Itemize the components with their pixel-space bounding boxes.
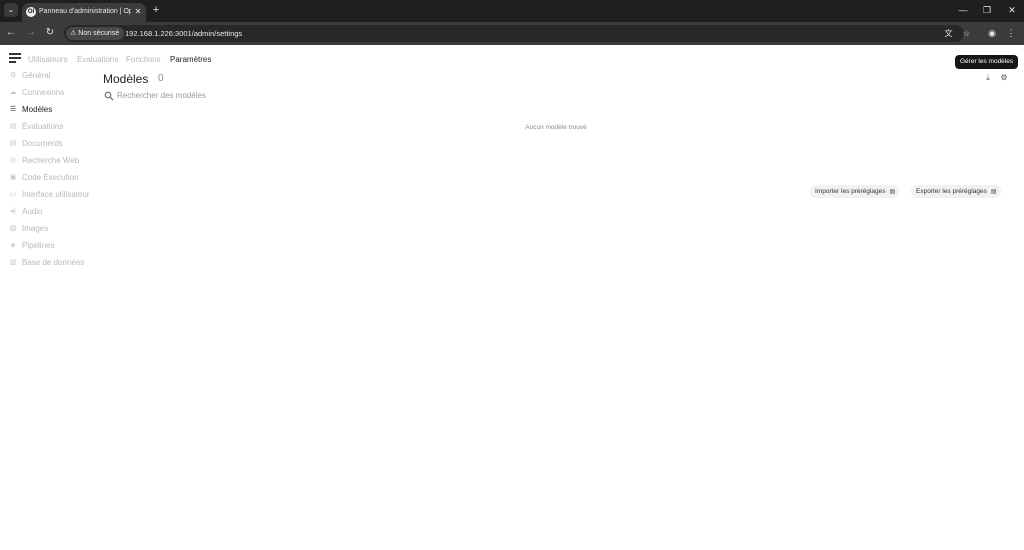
bookmark-star-icon[interactable]: ☆	[960, 27, 973, 40]
minimize-icon[interactable]: —	[955, 3, 971, 17]
translate-icon[interactable]: 文	[942, 27, 955, 40]
manage-models-tooltip: Gérer les modèles	[955, 55, 1019, 69]
export-presets-button[interactable]: Exporter les préréglages ▤	[911, 185, 1001, 198]
sidebar-item-label: Général	[22, 71, 51, 80]
url-text[interactable]: 192.168.1.226:3001/admin/settings	[125, 27, 242, 40]
sidebar-item-label: Évaluations	[22, 122, 64, 131]
admin-panel: Utilisateurs Évaluations Fonctions Param…	[0, 45, 1024, 550]
sidebar-item-pipelines[interactable]: ◈ Pipelines	[8, 239, 98, 253]
export-presets-label: Exporter les préréglages	[916, 188, 987, 195]
new-tab-button[interactable]: +	[150, 3, 162, 17]
search-icon	[104, 91, 114, 101]
manage-models-gear-icon[interactable]: ⚙	[999, 73, 1009, 83]
speaker-icon: ◂)	[10, 208, 16, 215]
forward-icon[interactable]: →	[24, 26, 38, 40]
tab-favicon-icon: OI	[26, 7, 36, 17]
sidebar-item-connections[interactable]: ☁ Connexions	[8, 86, 98, 100]
reload-icon[interactable]: ↻	[43, 26, 57, 40]
back-icon[interactable]: ←	[4, 26, 18, 40]
sidebar-item-images[interactable]: ▨ Images	[8, 222, 98, 236]
sidebar-item-database[interactable]: ▥ Base de données	[8, 256, 98, 270]
nav-users[interactable]: Utilisateurs	[28, 53, 68, 67]
sidebar-item-interface[interactable]: ▭ Interface utilisateur	[8, 188, 98, 202]
browser-tab-bar: ⌄ OI Panneau d'administration | Op ✕ + —…	[0, 0, 1024, 22]
warning-icon: ⚠	[70, 30, 77, 37]
tab-close-icon[interactable]: ✕	[133, 6, 143, 18]
tab-title: Panneau d'administration | Op	[39, 8, 131, 15]
security-chip[interactable]: ⚠ Non sécurisé	[66, 27, 125, 40]
database-icon: ▥	[9, 259, 17, 266]
globe-icon: ◎	[9, 157, 17, 164]
document-icon: ▤	[9, 123, 17, 130]
gear-icon: ⚙	[9, 72, 17, 79]
pipeline-icon: ◈	[10, 242, 16, 249]
sidebar-item-code-execution[interactable]: ▣ Code Execution	[8, 171, 98, 185]
file-import-icon: ▤	[889, 189, 896, 195]
sidebar-item-label: Interface utilisateur	[22, 190, 90, 199]
code-icon: ▣	[9, 174, 17, 181]
browser-address-bar: ← → ↻ ⚠ Non sécurisé 192.168.1.226:3001/a…	[0, 22, 1024, 45]
page-title: Modèles	[103, 72, 149, 86]
sidebar-item-label: Audio	[22, 207, 43, 216]
search-input[interactable]	[117, 88, 417, 102]
profile-icon[interactable]: ◉	[985, 26, 999, 40]
browser-tab[interactable]: OI Panneau d'administration | Op ✕	[22, 3, 146, 22]
omnibox[interactable]: ⚠ Non sécurisé 192.168.1.226:3001/admin/s…	[64, 25, 970, 42]
document-icon: ▤	[9, 140, 17, 147]
sidebar-item-label: Base de données	[22, 258, 85, 267]
empty-state-message: Aucun modèle trouvé	[525, 124, 587, 131]
import-presets-button[interactable]: Importer les préréglages ▤	[810, 185, 900, 198]
cloud-icon: ☁	[9, 89, 17, 96]
sidebar-toggle-icon[interactable]	[9, 53, 21, 65]
sidebar-item-label: Documents	[22, 139, 63, 148]
sidebar-item-label: Pipelines	[22, 241, 55, 250]
more-menu-icon[interactable]: ⋮	[1004, 26, 1018, 40]
file-export-icon: ▤	[990, 189, 997, 195]
sidebar-item-web-search[interactable]: ◎ Recherche Web	[8, 154, 98, 168]
tab-list-button[interactable]: ⌄	[4, 3, 18, 17]
security-label: Non sécurisé	[78, 30, 120, 37]
sidebar-item-label: Code Execution	[22, 173, 79, 182]
database-stack-icon: ☰	[9, 106, 17, 113]
nav-settings[interactable]: Paramètres	[170, 53, 211, 67]
image-icon: ▨	[9, 225, 17, 232]
sidebar-item-evaluations[interactable]: ▤ Évaluations	[8, 120, 98, 134]
model-count: 0	[158, 73, 164, 84]
sidebar-item-models[interactable]: ☰ Modèles	[8, 103, 98, 117]
sidebar-item-documents[interactable]: ▤ Documents	[8, 137, 98, 151]
nav-functions[interactable]: Fonctions	[126, 53, 161, 67]
restore-icon[interactable]: ❐	[979, 3, 995, 17]
nav-evaluations[interactable]: Évaluations	[77, 53, 118, 67]
sidebar-item-label: Modèles	[22, 105, 53, 114]
import-presets-label: Importer les préréglages	[815, 188, 886, 195]
sidebar-item-label: Images	[22, 224, 49, 233]
monitor-icon: ▭	[9, 191, 17, 198]
window-close-icon[interactable]: ✕	[1004, 3, 1020, 17]
sidebar-item-label: Connexions	[22, 88, 65, 97]
sidebar-item-general[interactable]: ⚙ Général	[8, 69, 98, 83]
sidebar-item-audio[interactable]: ◂) Audio	[8, 205, 98, 219]
sidebar-item-label: Recherche Web	[22, 156, 80, 165]
download-icon[interactable]: ⤓	[983, 73, 993, 83]
